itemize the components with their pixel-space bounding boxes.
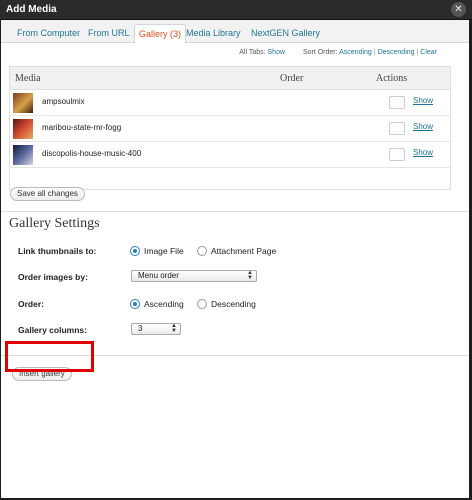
section-divider: [1, 211, 469, 212]
dialog-title: Add Media: [6, 4, 57, 15]
descending-label: Descending: [211, 299, 256, 309]
attachment-page-label: Attachment Page: [211, 246, 277, 256]
highlight-box: [5, 341, 94, 372]
order-input[interactable]: [389, 96, 405, 109]
media-thumbnail[interactable]: [13, 119, 33, 139]
show-link[interactable]: Show: [413, 148, 433, 157]
image-file-label: Image File: [144, 246, 184, 256]
radio-ascending[interactable]: [130, 299, 140, 309]
radio-descending[interactable]: [197, 299, 207, 309]
dialog-titlebar: Add Media ✕: [0, 0, 472, 20]
gallery-columns-label: Gallery columns:: [18, 325, 87, 335]
sort-bar: All Tabs: Show Sort Order: Ascending | D…: [239, 49, 437, 56]
all-tabs-show-link[interactable]: Show: [268, 49, 286, 56]
order-images-by-value: Menu order: [138, 271, 179, 280]
close-icon[interactable]: ✕: [451, 2, 466, 17]
ascending-label: Ascending: [144, 299, 184, 309]
gallery-columns-value: 3: [138, 324, 143, 333]
order-label: Order:: [18, 299, 44, 309]
order-images-by-select[interactable]: Menu order ▲ ▼: [131, 270, 257, 282]
sort-separator: |: [373, 49, 376, 56]
show-link[interactable]: Show: [413, 122, 433, 131]
media-thumbnail[interactable]: [13, 145, 33, 165]
media-tabs: From Computer From URL Gallery (3) Media…: [1, 20, 469, 44]
gallery-settings-heading: Gallery Settings: [9, 216, 100, 231]
sort-clear-link[interactable]: Clear: [420, 49, 437, 56]
all-tabs-label: All Tabs:: [239, 49, 266, 56]
save-all-changes-button[interactable]: Save all changes: [10, 187, 85, 201]
tab-media-library[interactable]: Media Library: [182, 26, 245, 43]
sort-separator: |: [416, 49, 419, 56]
order-input[interactable]: [389, 148, 405, 161]
header-order: Order: [280, 73, 304, 84]
media-thumbnail[interactable]: [13, 93, 33, 113]
tab-nextgen-gallery[interactable]: NextGEN Gallery: [247, 26, 324, 43]
media-title: maribou-state-mr-fogg: [42, 123, 122, 132]
order-images-by-label: Order images by:: [18, 272, 88, 282]
table-header: Media Order Actions: [10, 67, 450, 90]
sort-ascending-link[interactable]: Ascending: [339, 49, 372, 56]
tab-from-computer[interactable]: From Computer: [13, 26, 84, 43]
link-thumbnails-label: Link thumbnails to:: [18, 246, 97, 256]
select-arrows-icon: ▲ ▼: [171, 323, 177, 334]
media-title: ampsoulmix: [42, 97, 85, 106]
radio-image-file[interactable]: [130, 246, 140, 256]
media-title: discopolis-house-music-400: [42, 149, 142, 158]
table-row: discopolis-house-music-400 Show: [10, 142, 450, 168]
show-link[interactable]: Show: [413, 96, 433, 105]
header-media: Media: [15, 73, 41, 84]
sort-order-label: Sort Order:: [302, 49, 338, 56]
select-arrows-icon: ▲ ▼: [247, 270, 253, 281]
tab-gallery[interactable]: Gallery (3): [134, 24, 187, 44]
table-row: ampsoulmix Show: [10, 90, 450, 116]
media-table: Media Order Actions ampsoulmix Show mari…: [9, 66, 451, 190]
sort-descending-link[interactable]: Descending: [378, 49, 415, 56]
table-row: maribou-state-mr-fogg Show: [10, 116, 450, 142]
media-panel: From Computer From URL Gallery (3) Media…: [1, 20, 469, 498]
radio-attachment-page[interactable]: [197, 246, 207, 256]
tab-from-url[interactable]: From URL: [84, 26, 134, 43]
header-actions: Actions: [376, 73, 408, 84]
order-input[interactable]: [389, 122, 405, 135]
gallery-columns-select[interactable]: 3 ▲ ▼: [131, 323, 181, 335]
